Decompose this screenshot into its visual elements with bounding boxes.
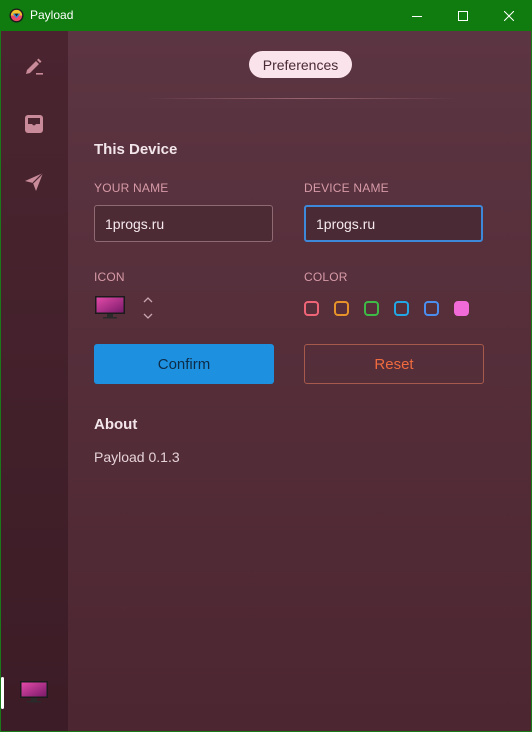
confirm-button[interactable]: Confirm: [94, 344, 274, 384]
chevron-up-down-icon: [143, 297, 153, 319]
color-swatch-orange[interactable]: [334, 301, 349, 316]
device-name-input[interactable]: [304, 205, 483, 242]
monitor-icon: [20, 681, 48, 703]
your-name-input[interactable]: [94, 205, 273, 242]
your-name-label: YOUR NAME: [94, 181, 169, 195]
sidebar-item-send[interactable]: [21, 169, 47, 195]
inbox-icon: [25, 115, 43, 133]
color-swatch-blue[interactable]: [424, 301, 439, 316]
paper-plane-icon: [25, 172, 44, 191]
icon-stepper[interactable]: [142, 295, 154, 321]
sidebar-item-edit[interactable]: [21, 53, 47, 79]
reset-button[interactable]: Reset: [304, 344, 484, 384]
window-title: Payload: [30, 8, 74, 22]
color-swatch-pink-selected[interactable]: [454, 301, 469, 316]
sidebar: [1, 31, 68, 731]
monitor-icon: [95, 296, 125, 319]
title-bar[interactable]: Payload: [0, 0, 532, 31]
header-divider: [143, 98, 459, 99]
app-content: Preferences This Device YOUR NAME DEVICE…: [1, 31, 531, 731]
close-button[interactable]: [486, 0, 532, 31]
pencil-icon: [26, 58, 43, 75]
color-swatch-green[interactable]: [364, 301, 379, 316]
sidebar-device-button[interactable]: [19, 679, 49, 705]
payload-logo-icon: [9, 8, 24, 23]
device-icon-preview[interactable]: [94, 295, 126, 321]
color-swatch-red[interactable]: [304, 301, 319, 316]
icon-label: ICON: [94, 270, 125, 284]
color-swatch-cyan[interactable]: [394, 301, 409, 316]
this-device-heading: This Device: [94, 141, 178, 158]
maximize-button[interactable]: [440, 0, 486, 31]
device-name-label: DEVICE NAME: [304, 181, 389, 195]
close-icon: [504, 10, 514, 21]
version-text: Payload 0.1.3: [94, 449, 180, 465]
main-panel: Preferences This Device YOUR NAME DEVICE…: [68, 31, 531, 731]
about-heading: About: [94, 416, 138, 433]
app-window: Payload Preferences This Device YOUR NAM…: [0, 0, 532, 732]
active-device-indicator: [1, 677, 4, 709]
color-label: COLOR: [304, 270, 348, 284]
minimize-icon: [412, 15, 422, 17]
minimize-button[interactable]: [394, 0, 440, 31]
preferences-pill[interactable]: Preferences: [249, 51, 352, 78]
sidebar-item-inbox[interactable]: [21, 111, 47, 137]
maximize-icon: [458, 10, 468, 21]
